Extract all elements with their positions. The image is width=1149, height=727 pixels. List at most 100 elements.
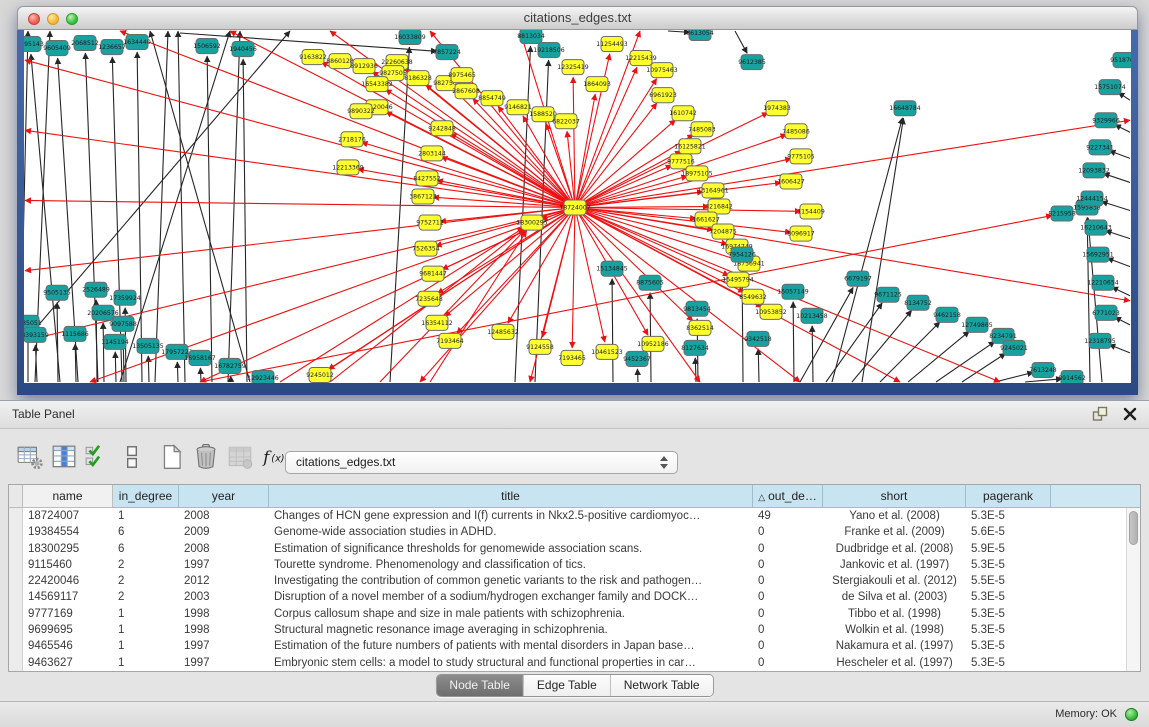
- citation-edge-black[interactable]: [1109, 345, 1130, 353]
- citation-edge-black[interactable]: [120, 31, 230, 382]
- table-row[interactable]: 969969511998Structural magnetic resonanc…: [9, 622, 1126, 638]
- network-node[interactable]: 9775105: [787, 149, 815, 164]
- citation-edge-black[interactable]: [758, 349, 759, 382]
- network-node[interactable]: 1115686: [61, 326, 89, 341]
- citation-edge-black[interactable]: [1109, 151, 1130, 159]
- network-node[interactable]: 8854749: [478, 91, 506, 106]
- table-row[interactable]: 946362711997Embryonic stem cells: a mode…: [9, 655, 1126, 671]
- network-node[interactable]: 9813454: [683, 301, 711, 316]
- network-node[interactable]: 9612385: [738, 55, 766, 70]
- network-node[interactable]: 9227341: [1086, 140, 1114, 155]
- network-node[interactable]: 7526354: [412, 241, 440, 256]
- citation-edge-red[interactable]: [575, 208, 791, 233]
- citation-edge-black[interactable]: [862, 118, 903, 382]
- network-node[interactable]: 9752712: [416, 215, 444, 230]
- network-node[interactable]: 8127634: [681, 340, 709, 355]
- network-node[interactable]: 8875605: [636, 275, 664, 290]
- network-node[interactable]: 8549632: [739, 289, 767, 304]
- citation-edge-black[interactable]: [115, 352, 116, 382]
- citation-edge-black[interactable]: [177, 362, 178, 382]
- network-node[interactable]: 6771023: [1092, 305, 1120, 320]
- network-node[interactable]: 9242848: [428, 121, 456, 136]
- network-node[interactable]: 1506592: [193, 39, 221, 54]
- network-node[interactable]: 9505135: [43, 285, 71, 300]
- citation-edge-black[interactable]: [962, 353, 1006, 382]
- citation-edge-black[interactable]: [852, 310, 912, 382]
- citation-edge-red[interactable]: [572, 208, 575, 348]
- network-node[interactable]: 1236657: [98, 40, 126, 55]
- network-node[interactable]: 10953852: [755, 304, 787, 319]
- network-node[interactable]: 8215958: [1048, 206, 1076, 221]
- citation-edge-black[interactable]: [1103, 174, 1130, 183]
- network-node[interactable]: 9329966: [1092, 113, 1120, 128]
- citation-edge-black[interactable]: [112, 57, 122, 382]
- network-node[interactable]: 10213458: [796, 308, 828, 323]
- network-node[interactable]: 9671125: [874, 287, 902, 302]
- zoom-window-button[interactable]: [66, 13, 78, 25]
- network-node[interactable]: 9097588: [109, 316, 137, 331]
- network-node[interactable]: 7954126: [728, 247, 756, 262]
- network-node[interactable]: 16958167: [184, 350, 216, 365]
- network-node[interactable]: 16648784: [889, 101, 921, 116]
- network-node[interactable]: 1864093: [583, 77, 611, 92]
- citation-edge-black[interactable]: [178, 31, 185, 382]
- network-node[interactable]: 1634440: [123, 35, 151, 50]
- network-node[interactable]: 7613248: [1029, 362, 1057, 377]
- citation-edge-black[interactable]: [1106, 231, 1130, 239]
- citation-edge-red[interactable]: [575, 120, 1130, 207]
- network-node[interactable]: 18724007: [559, 200, 591, 215]
- citation-edge-red[interactable]: [430, 231, 527, 382]
- network-node[interactable]: 12318795: [1084, 333, 1116, 348]
- network-node[interactable]: 2718176: [338, 132, 366, 147]
- network-node[interactable]: 7193465: [558, 350, 586, 365]
- table-scrollbar[interactable]: [1126, 508, 1140, 671]
- network-node[interactable]: 2867608: [452, 84, 480, 99]
- network-node[interactable]: 9462158: [933, 307, 961, 322]
- citation-edge-black[interactable]: [57, 303, 58, 382]
- network-node[interactable]: 6822037: [552, 114, 580, 129]
- network-node[interactable]: 8813034: [517, 30, 545, 44]
- citation-edge-red[interactable]: [575, 183, 781, 208]
- network-node[interactable]: 2526489: [82, 282, 110, 297]
- window-titlebar[interactable]: citations_edges.txt: [17, 6, 1138, 30]
- network-node[interactable]: 12210654: [1087, 275, 1119, 290]
- network-node[interactable]: 7857224: [433, 45, 461, 60]
- network-node[interactable]: 12093832: [1078, 163, 1110, 178]
- network-node[interactable]: 12485632: [487, 324, 519, 339]
- table-scrollbar-thumb[interactable]: [1129, 511, 1138, 545]
- network-node[interactable]: 7204875: [709, 224, 737, 239]
- network-node[interactable]: 16125821: [674, 139, 706, 154]
- network-node[interactable]: 9452367: [623, 351, 651, 366]
- network-node[interactable]: 1610742: [669, 106, 697, 121]
- network-node[interactable]: 18975105: [681, 166, 713, 181]
- network-node[interactable]: 3867123: [409, 189, 437, 204]
- citation-edge-black[interactable]: [103, 323, 104, 382]
- network-node[interactable]: 8914562: [1058, 370, 1086, 383]
- function-builder-icon[interactable]: f (x): [260, 442, 288, 472]
- citation-edge-black[interactable]: [812, 326, 813, 382]
- network-node[interactable]: 12325419: [557, 60, 589, 75]
- column-header-year[interactable]: year: [179, 485, 269, 508]
- network-canvas[interactable]: 1872400791638228860128891293622260638982…: [24, 30, 1131, 383]
- network-node[interactable]: 1606427: [777, 174, 805, 189]
- citation-edge-black[interactable]: [695, 358, 696, 382]
- new-document-icon[interactable]: [158, 442, 186, 472]
- network-node[interactable]: 8186328: [404, 71, 432, 86]
- table-row[interactable]: 1456911722003Disruption of a novel membe…: [9, 589, 1126, 605]
- network-node[interactable]: 7235648: [415, 291, 443, 306]
- network-node[interactable]: 1974383: [763, 101, 791, 116]
- citation-edge-black[interactable]: [200, 368, 201, 382]
- tab-network-table[interactable]: Network Table: [610, 675, 713, 696]
- citation-edge-red[interactable]: [25, 208, 575, 341]
- table-row[interactable]: 977716911998Corpus callosum shape and si…: [9, 606, 1126, 622]
- column-header-out_de[interactable]: △out_de…: [753, 485, 823, 508]
- network-node[interactable]: 12749865: [961, 317, 993, 332]
- minimize-window-button[interactable]: [47, 13, 59, 25]
- citation-edge-black[interactable]: [148, 356, 149, 382]
- citation-network-graph[interactable]: 1872400791638228860128891293622260638982…: [24, 30, 1131, 383]
- network-node[interactable]: 17359924: [109, 290, 141, 305]
- tab-edge-table[interactable]: Edge Table: [523, 675, 610, 696]
- network-node[interactable]: 18300295: [516, 215, 548, 230]
- network-node[interactable]: 13164961: [697, 183, 729, 198]
- citation-edge-red[interactable]: [575, 94, 595, 207]
